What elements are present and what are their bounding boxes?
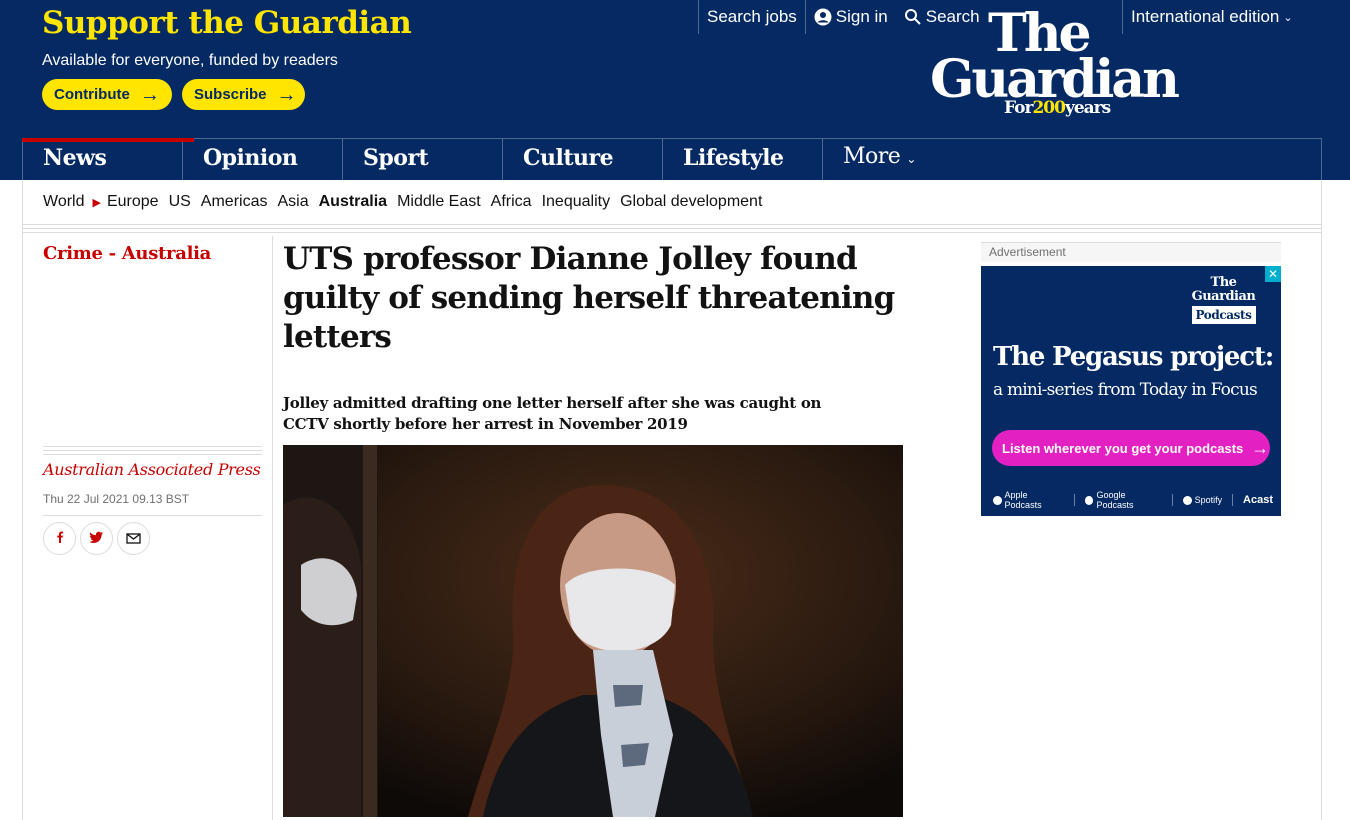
logo-tag-suffix: years — [1064, 98, 1111, 118]
facebook-icon — [53, 529, 67, 548]
arrow-right-icon: → — [276, 83, 297, 106]
share-twitter-button[interactable] — [80, 522, 113, 555]
acast-logo: Acast — [1243, 494, 1273, 506]
article-headline: UTS professor Dianne Jolley found guilty… — [283, 241, 895, 355]
article-main-image — [283, 445, 903, 817]
logo-tagline: For200years — [1004, 98, 1111, 118]
google-podcasts-icon — [1084, 495, 1094, 505]
pillar-nav: News Opinion Sport Culture Lifestyle Mor… — [22, 138, 1322, 180]
contribute-label: Contribute — [54, 86, 130, 103]
support-subtitle: Available for everyone, funded by reader… — [42, 52, 338, 69]
article-kicker[interactable]: Crime - Australia — [43, 243, 211, 264]
apple-podcasts-icon — [993, 495, 1002, 505]
twitter-icon — [89, 529, 104, 548]
search-jobs-link[interactable]: Search jobs — [698, 0, 805, 34]
subnav-middle-east[interactable]: Middle East — [397, 193, 481, 211]
search-jobs-label: Search jobs — [707, 7, 797, 26]
ad-logo-badge: Podcasts — [1191, 306, 1256, 324]
divider — [1232, 494, 1234, 506]
meta-divider — [43, 515, 262, 516]
ad-platforms: Apple Podcasts Google Podcasts Spotify A… — [993, 490, 1273, 510]
subnav-world[interactable]: World — [43, 193, 85, 211]
chevron-down-icon: ⌄ — [906, 152, 916, 166]
guardian-podcasts-logo: The Guardian Podcasts — [1177, 276, 1270, 332]
arrow-right-icon: → — [139, 83, 160, 106]
google-podcasts-logo: Google Podcasts — [1084, 490, 1162, 510]
more-menu-button[interactable]: More ⌄ — [823, 139, 983, 180]
article-byline[interactable]: Australian Associated Press — [43, 460, 261, 479]
pillar-opinion[interactable]: Opinion — [183, 139, 343, 180]
chevron-down-icon: ⌄ — [1283, 11, 1293, 24]
pillar-culture[interactable]: Culture — [503, 139, 663, 180]
subnav-inequality[interactable]: Inequality — [542, 193, 611, 211]
user-icon — [814, 8, 832, 26]
subscribe-label: Subscribe — [194, 86, 267, 103]
share-facebook-button[interactable] — [43, 522, 76, 555]
sub-nav: World ▶ Europe US Americas Asia Australi… — [22, 180, 1322, 224]
triangle-right-icon: ▶ — [92, 196, 101, 209]
advertisement-label: Advertisement — [981, 242, 1281, 262]
divider — [1171, 494, 1173, 506]
subnav-global-development[interactable]: Global development — [620, 193, 762, 211]
ad-cta-label: Listen wherever you get your podcasts — [1002, 440, 1244, 456]
subscribe-button[interactable]: Subscribe → — [182, 79, 305, 110]
subnav-americas[interactable]: Americas — [201, 193, 268, 211]
logo-tag-number: 200 — [1032, 98, 1065, 118]
subnav-us[interactable]: US — [169, 193, 191, 211]
contribute-button[interactable]: Contribute → — [42, 79, 172, 110]
email-icon — [126, 529, 141, 548]
ad-cta-button[interactable]: Listen wherever you get your podcasts → — [992, 430, 1270, 466]
section-divider — [22, 224, 1322, 236]
pillar-lifestyle[interactable]: Lifestyle — [663, 139, 823, 180]
podcast-advertisement[interactable]: ✕ The Guardian Podcasts The Pegasus proj… — [981, 266, 1281, 516]
support-title: Support the Guardian — [42, 5, 412, 41]
apple-podcasts-label: Apple Podcasts — [1004, 490, 1042, 510]
ad-title: The Pegasus project: — [993, 342, 1274, 372]
share-email-button[interactable] — [117, 522, 150, 555]
meta-divider — [43, 446, 262, 458]
search-icon — [904, 8, 922, 26]
subnav-africa[interactable]: Africa — [491, 193, 532, 211]
pillar-news[interactable]: News — [22, 138, 194, 180]
column-divider — [272, 236, 273, 820]
spotify-icon — [1182, 495, 1192, 505]
ad-subtitle: a mini-series from Today in Focus — [993, 380, 1258, 400]
pillar-sport[interactable]: Sport — [343, 139, 503, 180]
subnav-australia[interactable]: Australia — [319, 193, 387, 211]
apple-podcasts-logo: Apple Podcasts — [993, 490, 1064, 510]
spotify-label: Spotify — [1194, 495, 1223, 505]
sign-in-label: Sign in — [835, 7, 888, 26]
ad-logo-text: The Guardian — [1191, 275, 1256, 304]
subnav-asia[interactable]: Asia — [277, 193, 308, 211]
spotify-logo: Spotify — [1182, 495, 1223, 505]
sign-in-link[interactable]: Sign in — [804, 0, 896, 34]
masthead: Support the Guardian Available for every… — [0, 0, 1350, 180]
logo-tag-prefix: For — [1004, 98, 1033, 118]
google-podcasts-label: Google Podcasts — [1096, 490, 1134, 510]
subnav-europe[interactable]: Europe — [107, 193, 159, 211]
divider — [1073, 494, 1075, 506]
more-label: More — [843, 144, 901, 169]
arrow-right-icon: → — [1251, 437, 1270, 458]
article-standfirst: Jolley admitted drafting one letter hers… — [283, 394, 822, 433]
article-date: Thu 22 Jul 2021 09.13 BST — [43, 492, 190, 506]
guardian-logo[interactable]: The Guardian For200years — [930, 8, 1230, 123]
